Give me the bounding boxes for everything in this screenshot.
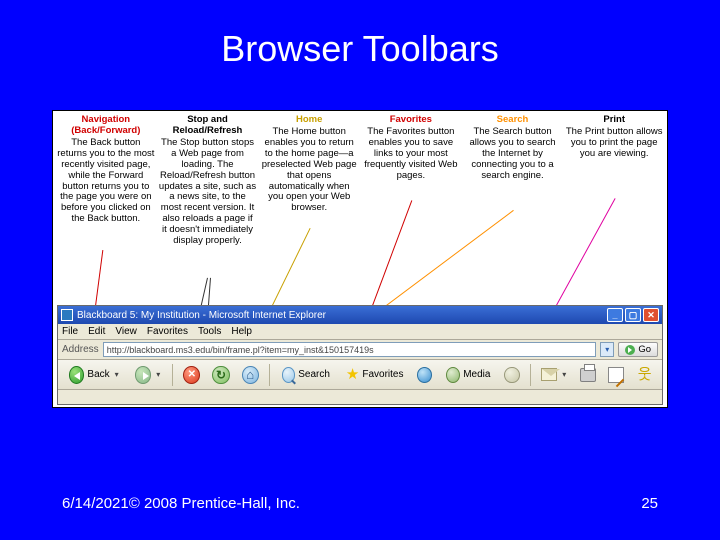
go-arrow-icon (625, 345, 635, 355)
annotation-heading: Search (464, 115, 562, 126)
ie-menubar: File Edit View Favorites Tools Help (58, 324, 662, 340)
menu-file[interactable]: File (62, 326, 78, 337)
annotation-body: The Search button allows you to search t… (464, 127, 562, 182)
address-value: http://blackboard.ms3.edu/bin/frame.pl?i… (107, 345, 374, 355)
ie-titlebar: Blackboard 5: My Institution - Microsoft… (58, 306, 662, 324)
window-minimize-button[interactable]: _ (607, 308, 623, 322)
print-icon (580, 368, 596, 382)
mail-button[interactable]: ▾ (536, 363, 574, 387)
address-label: Address (62, 344, 99, 355)
annotation-body: The Print button allows you to print the… (565, 127, 663, 160)
back-button[interactable]: Back ▾ (62, 363, 128, 387)
media-button[interactable]: Media (439, 363, 497, 387)
stop-button[interactable] (178, 363, 205, 387)
edit-button[interactable] (603, 363, 628, 387)
search-button[interactable]: Search (275, 363, 337, 387)
dropdown-arrow-icon: ▾ (154, 370, 162, 379)
annotation-print: Print The Print button allows you to pri… (563, 115, 665, 247)
menu-tools[interactable]: Tools (198, 326, 221, 337)
annotation-home: Home The Home button enables you to retu… (258, 115, 360, 247)
dropdown-arrow-icon: ▾ (560, 370, 568, 379)
annotation-search: Search The Search button allows you to s… (462, 115, 564, 247)
globe-icon (417, 367, 432, 383)
slide-footer: 6/14/2021© 2008 Prentice-Hall, Inc. 25 (62, 495, 658, 512)
page-number: 25 (641, 495, 658, 512)
toolbar-separator (530, 364, 531, 386)
back-label: Back (87, 369, 109, 380)
annotation-navigation: Navigation (Back/Forward) The Back butto… (55, 115, 157, 247)
search-icon (282, 367, 296, 383)
mail-icon (541, 368, 558, 381)
annotation-heading: Favorites (362, 115, 460, 126)
go-label: Go (638, 344, 651, 355)
menu-help[interactable]: Help (231, 326, 252, 337)
refresh-button[interactable] (207, 363, 234, 387)
favorites-button[interactable]: ★ Favorites (339, 363, 410, 387)
menu-edit[interactable]: Edit (88, 326, 105, 337)
annotation-body: The Back button returns you to the most … (57, 138, 155, 225)
annotation-body: The Stop button stops a Web page from lo… (159, 138, 257, 247)
toolbar-separator (172, 364, 173, 386)
address-field[interactable]: http://blackboard.ms3.edu/bin/frame.pl?i… (103, 342, 597, 357)
annotation-heading: Print (565, 115, 663, 126)
ie-window-title: Blackboard 5: My Institution - Microsoft… (77, 310, 607, 321)
back-arrow-icon (69, 366, 84, 384)
menu-favorites[interactable]: Favorites (147, 326, 188, 337)
history-button[interactable] (499, 363, 524, 387)
ie-app-icon (61, 309, 73, 321)
footer-left: 6/14/2021© 2008 Prentice-Hall, Inc. (62, 495, 300, 512)
ie-address-bar: Address http://blackboard.ms3.edu/bin/fr… (58, 340, 662, 360)
forward-arrow-icon (135, 366, 152, 384)
print-button[interactable] (575, 363, 601, 387)
history-icon (504, 367, 519, 383)
ie-window: Blackboard 5: My Institution - Microsoft… (57, 305, 663, 405)
aim-button[interactable]: 웃 (633, 363, 658, 387)
edit-icon (608, 367, 623, 383)
annotation-heading: Navigation (Back/Forward) (57, 115, 155, 137)
annotation-favorites: Favorites The Favorites button enables y… (360, 115, 462, 247)
address-dropdown[interactable]: ▾ (600, 342, 614, 357)
dropdown-arrow-icon: ▾ (113, 370, 121, 379)
window-maximize-button[interactable]: ▢ (625, 308, 641, 322)
person-icon: 웃 (638, 367, 653, 383)
media-icon (446, 367, 460, 383)
window-close-button[interactable]: ✕ (643, 308, 659, 322)
diagram-panel: Navigation (Back/Forward) The Back butto… (52, 110, 668, 408)
go-button[interactable]: Go (618, 342, 658, 357)
history-globe-button[interactable] (412, 363, 437, 387)
annotation-body: The Favorites button enables you to save… (362, 127, 460, 182)
slide-title: Browser Toolbars (0, 0, 720, 70)
home-button[interactable] (237, 363, 264, 387)
annotation-heading: Stop and Reload/Refresh (159, 115, 257, 137)
refresh-icon (212, 366, 229, 384)
forward-button[interactable]: ▾ (130, 363, 168, 387)
annotation-body: The Home button enables you to return to… (260, 127, 358, 214)
ie-toolbar: Back ▾ ▾ Search ★ Favorites (58, 360, 662, 390)
search-label: Search (298, 369, 330, 380)
toolbar-separator (269, 364, 270, 386)
favorites-label: Favorites (362, 369, 403, 380)
annotation-heading: Home (260, 115, 358, 126)
media-label: Media (463, 369, 490, 380)
menu-view[interactable]: View (115, 326, 137, 337)
home-icon (242, 366, 259, 384)
annotation-stop-refresh: Stop and Reload/Refresh The Stop button … (157, 115, 259, 247)
stop-icon (183, 366, 200, 384)
star-icon: ★ (346, 367, 359, 383)
annotations-row: Navigation (Back/Forward) The Back butto… (53, 111, 667, 247)
